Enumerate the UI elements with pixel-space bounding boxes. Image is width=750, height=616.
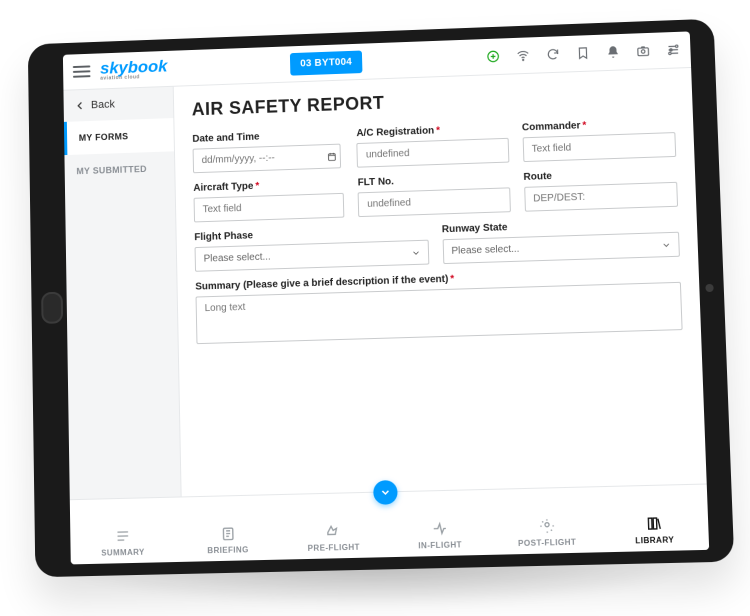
tablet-home-button[interactable] — [41, 292, 63, 324]
form-panel: AIR SAFETY REPORT Date and Time A/C Regi… — [174, 68, 707, 496]
input-flt-no[interactable] — [358, 187, 511, 217]
label-route: Route — [523, 167, 677, 183]
expand-button[interactable] — [373, 480, 398, 505]
nav-library[interactable]: LIBRARY — [600, 514, 709, 546]
settings-sliders-icon[interactable] — [666, 43, 681, 57]
tablet-frame: skybook aviation cloud 03 BYT004 — [28, 19, 734, 578]
label-commander: Commander* — [522, 117, 675, 133]
refresh-icon[interactable] — [546, 47, 560, 61]
input-commander[interactable] — [522, 132, 676, 162]
nav-label: PRE-FLIGHT — [308, 543, 360, 553]
input-route[interactable] — [524, 182, 678, 212]
back-button[interactable]: Back — [63, 87, 173, 122]
form-title: AIR SAFETY REPORT — [192, 82, 675, 120]
nav-summary[interactable]: SUMMARY — [70, 527, 175, 559]
nav-label: BRIEFING — [207, 545, 249, 555]
sidebar: Back MY FORMS MY SUBMITTED — [63, 87, 181, 499]
nav-pre-flight[interactable]: PRE-FLIGHT — [280, 522, 387, 554]
nav-label: SUMMARY — [101, 548, 145, 558]
app-screen: skybook aviation cloud 03 BYT004 — [63, 31, 709, 564]
bookmark-icon[interactable] — [576, 46, 590, 60]
nav-label: POST-FLIGHT — [518, 538, 576, 549]
wifi-icon — [516, 48, 530, 62]
tablet-camera — [705, 284, 713, 292]
bell-icon[interactable] — [606, 45, 621, 59]
label-flt-no: FLT No. — [358, 172, 510, 188]
input-aircraft-type[interactable] — [194, 193, 345, 223]
app-logo: skybook aviation cloud — [100, 58, 168, 82]
label-datetime: Date and Time — [192, 129, 342, 145]
select-flight-phase[interactable]: Please select... — [195, 240, 429, 272]
input-datetime[interactable] — [193, 144, 342, 174]
nav-label: IN-FLIGHT — [418, 540, 462, 550]
nav-briefing[interactable]: BRIEFING — [175, 524, 281, 556]
nav-post-flight[interactable]: POST-FLIGHT — [493, 517, 601, 549]
back-label: Back — [91, 99, 115, 112]
label-ac-reg: A/C Registration* — [356, 123, 508, 139]
textarea-summary[interactable] — [196, 282, 683, 344]
nav-label: LIBRARY — [635, 535, 674, 545]
nav-in-flight[interactable]: IN-FLIGHT — [386, 519, 493, 551]
sidebar-item-my-submitted[interactable]: MY SUBMITTED — [64, 151, 174, 188]
camera-icon[interactable] — [636, 44, 651, 58]
menu-icon[interactable] — [73, 65, 91, 77]
select-runway-state[interactable]: Please select... — [442, 232, 680, 264]
flight-chip[interactable]: 03 BYT004 — [290, 50, 362, 75]
calendar-icon[interactable] — [327, 151, 337, 161]
label-aircraft-type: Aircraft Type* — [193, 178, 344, 194]
sidebar-item-my-forms[interactable]: MY FORMS — [64, 118, 174, 155]
input-ac-reg[interactable] — [357, 138, 509, 168]
sync-icon[interactable] — [486, 49, 500, 63]
